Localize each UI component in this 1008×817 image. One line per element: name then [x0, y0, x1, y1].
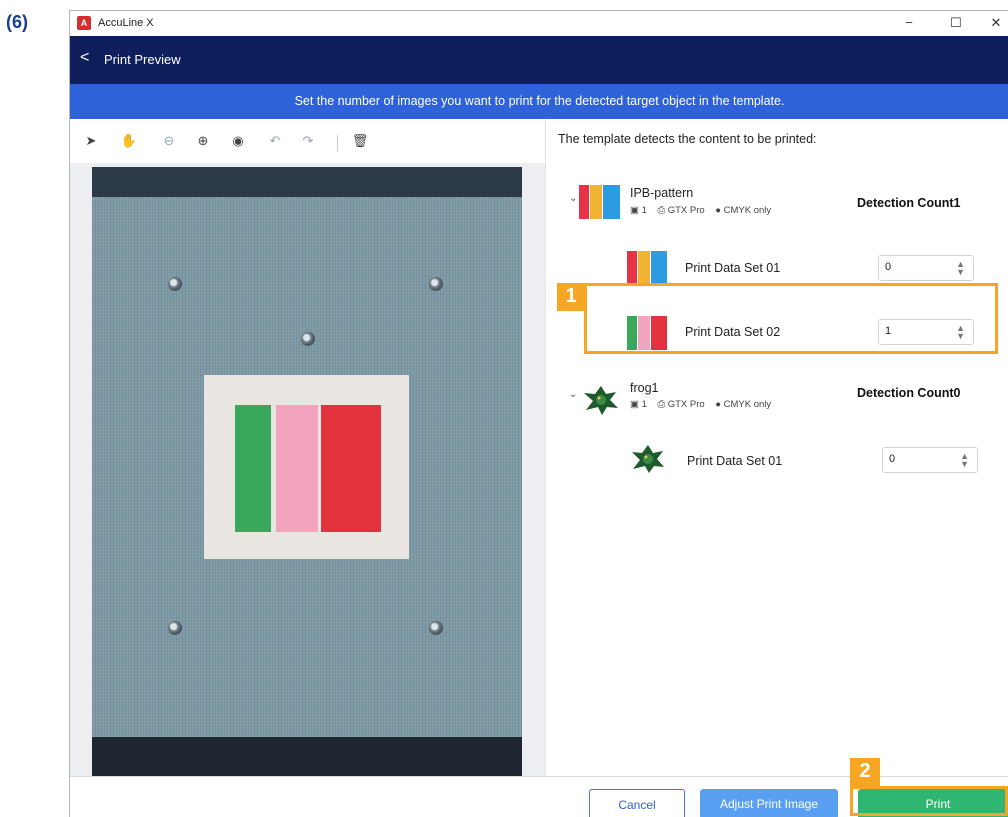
preview-toolbar: ➤ ✋ ⊖ ⊕ ◉ ↶ ↷ 🗑 [70, 119, 545, 163]
group-name: IPB-pattern [630, 186, 694, 200]
zoom-in-icon[interactable]: ⊕ [192, 131, 214, 151]
chevron-down-icon[interactable]: ⌄ [569, 193, 577, 204]
print-set-label: Print Data Set 01 [687, 454, 783, 468]
step-label: (6) [6, 12, 28, 32]
stepper-arrows-icon[interactable]: ▲ ▼ [960, 452, 969, 469]
close-button[interactable]: ✕ [976, 11, 1008, 36]
screw-icon [168, 621, 182, 635]
quantity-stepper[interactable]: 0 ▲ ▼ [882, 447, 978, 473]
stepper-arrows-icon[interactable]: ▲ ▼ [956, 260, 965, 277]
color-mode-icon: ● [715, 399, 721, 410]
quantity-value[interactable]: 0 [889, 453, 895, 465]
group-meta: ▣ 1 ⎙ GTX Pro ● CMYK only [630, 399, 771, 410]
printer-name: GTX Pro [667, 205, 705, 216]
zoom-out-icon[interactable]: ⊖ [158, 131, 180, 151]
detected-object-patch[interactable] [204, 375, 409, 559]
page-title: Print Preview [104, 52, 181, 67]
printer-name: GTX Pro [667, 399, 705, 410]
toolbar-divider [337, 135, 338, 151]
ipb-letter-p-graphic [276, 405, 318, 532]
ipb-pattern-thumbnail [579, 185, 621, 219]
preview-canvas[interactable] [70, 163, 545, 776]
image-count-icon: ▣ [630, 205, 639, 216]
color-mode-icon: ● [715, 205, 721, 216]
app-window: A AccuLine X − ☐ ✕ < Print Preview Set t… [69, 10, 1008, 817]
back-icon[interactable]: < [80, 49, 89, 67]
minimize-button[interactable]: − [889, 11, 929, 36]
print-set-thumbnail [630, 443, 666, 475]
quantity-value[interactable]: 0 [885, 261, 891, 273]
group-name: frog1 [630, 381, 659, 395]
screw-icon [301, 332, 315, 346]
printer-icon: ⎙ [657, 399, 666, 410]
redo-icon[interactable]: ↷ [297, 131, 319, 151]
platen-photo [92, 167, 522, 776]
app-title: AccuLine X [98, 17, 154, 29]
callout-number-1: 1 [557, 283, 585, 311]
image-count-icon: ▣ [630, 399, 639, 410]
delete-icon[interactable]: 🗑 [349, 131, 371, 151]
chevron-down-icon[interactable]: ⌄ [569, 389, 577, 400]
maximize-button[interactable]: ☐ [936, 11, 976, 36]
group-meta: ▣ 1 ⎙ GTX Pro ● CMYK only [630, 205, 771, 216]
screw-icon [429, 621, 443, 635]
page-header: < Print Preview [70, 36, 1008, 84]
cancel-button[interactable]: Cancel [589, 789, 685, 817]
hand-icon[interactable]: ✋ [118, 131, 140, 151]
frog-thumbnail [582, 383, 620, 417]
ipb-letter-b-graphic [321, 405, 381, 532]
callout-number-2: 2 [850, 758, 880, 786]
eye-icon[interactable]: ◉ [227, 131, 249, 151]
quantity-stepper[interactable]: 0 ▲ ▼ [878, 255, 974, 281]
platen-frame [92, 737, 522, 776]
detection-title: The template detects the content to be p… [558, 132, 817, 146]
printer-icon: ⎙ [657, 205, 666, 216]
image-count: 1 [641, 399, 647, 410]
title-bar: A AccuLine X − ☐ ✕ [70, 11, 1008, 36]
color-mode: CMYK only [723, 205, 772, 216]
detection-panel: The template detects the content to be p… [545, 119, 1008, 776]
print-set-thumbnail [627, 251, 667, 285]
color-mode: CMYK only [723, 399, 772, 410]
detection-count: Detection Count1 [857, 196, 961, 210]
callout-highlight-1 [584, 283, 998, 354]
callout-highlight-2 [850, 786, 1008, 816]
print-set-label: Print Data Set 01 [685, 261, 781, 275]
image-count: 1 [641, 205, 647, 216]
app-logo-icon: A [77, 16, 91, 30]
undo-icon[interactable]: ↶ [264, 131, 286, 151]
instruction-banner: Set the number of images you want to pri… [70, 84, 1008, 119]
screw-icon [429, 277, 443, 291]
select-icon[interactable]: ➤ [80, 131, 102, 151]
adjust-print-image-button[interactable]: Adjust Print Image [700, 789, 838, 817]
screw-icon [168, 277, 182, 291]
ipb-letter-i-graphic [235, 405, 271, 532]
detection-count: Detection Count0 [857, 386, 961, 400]
